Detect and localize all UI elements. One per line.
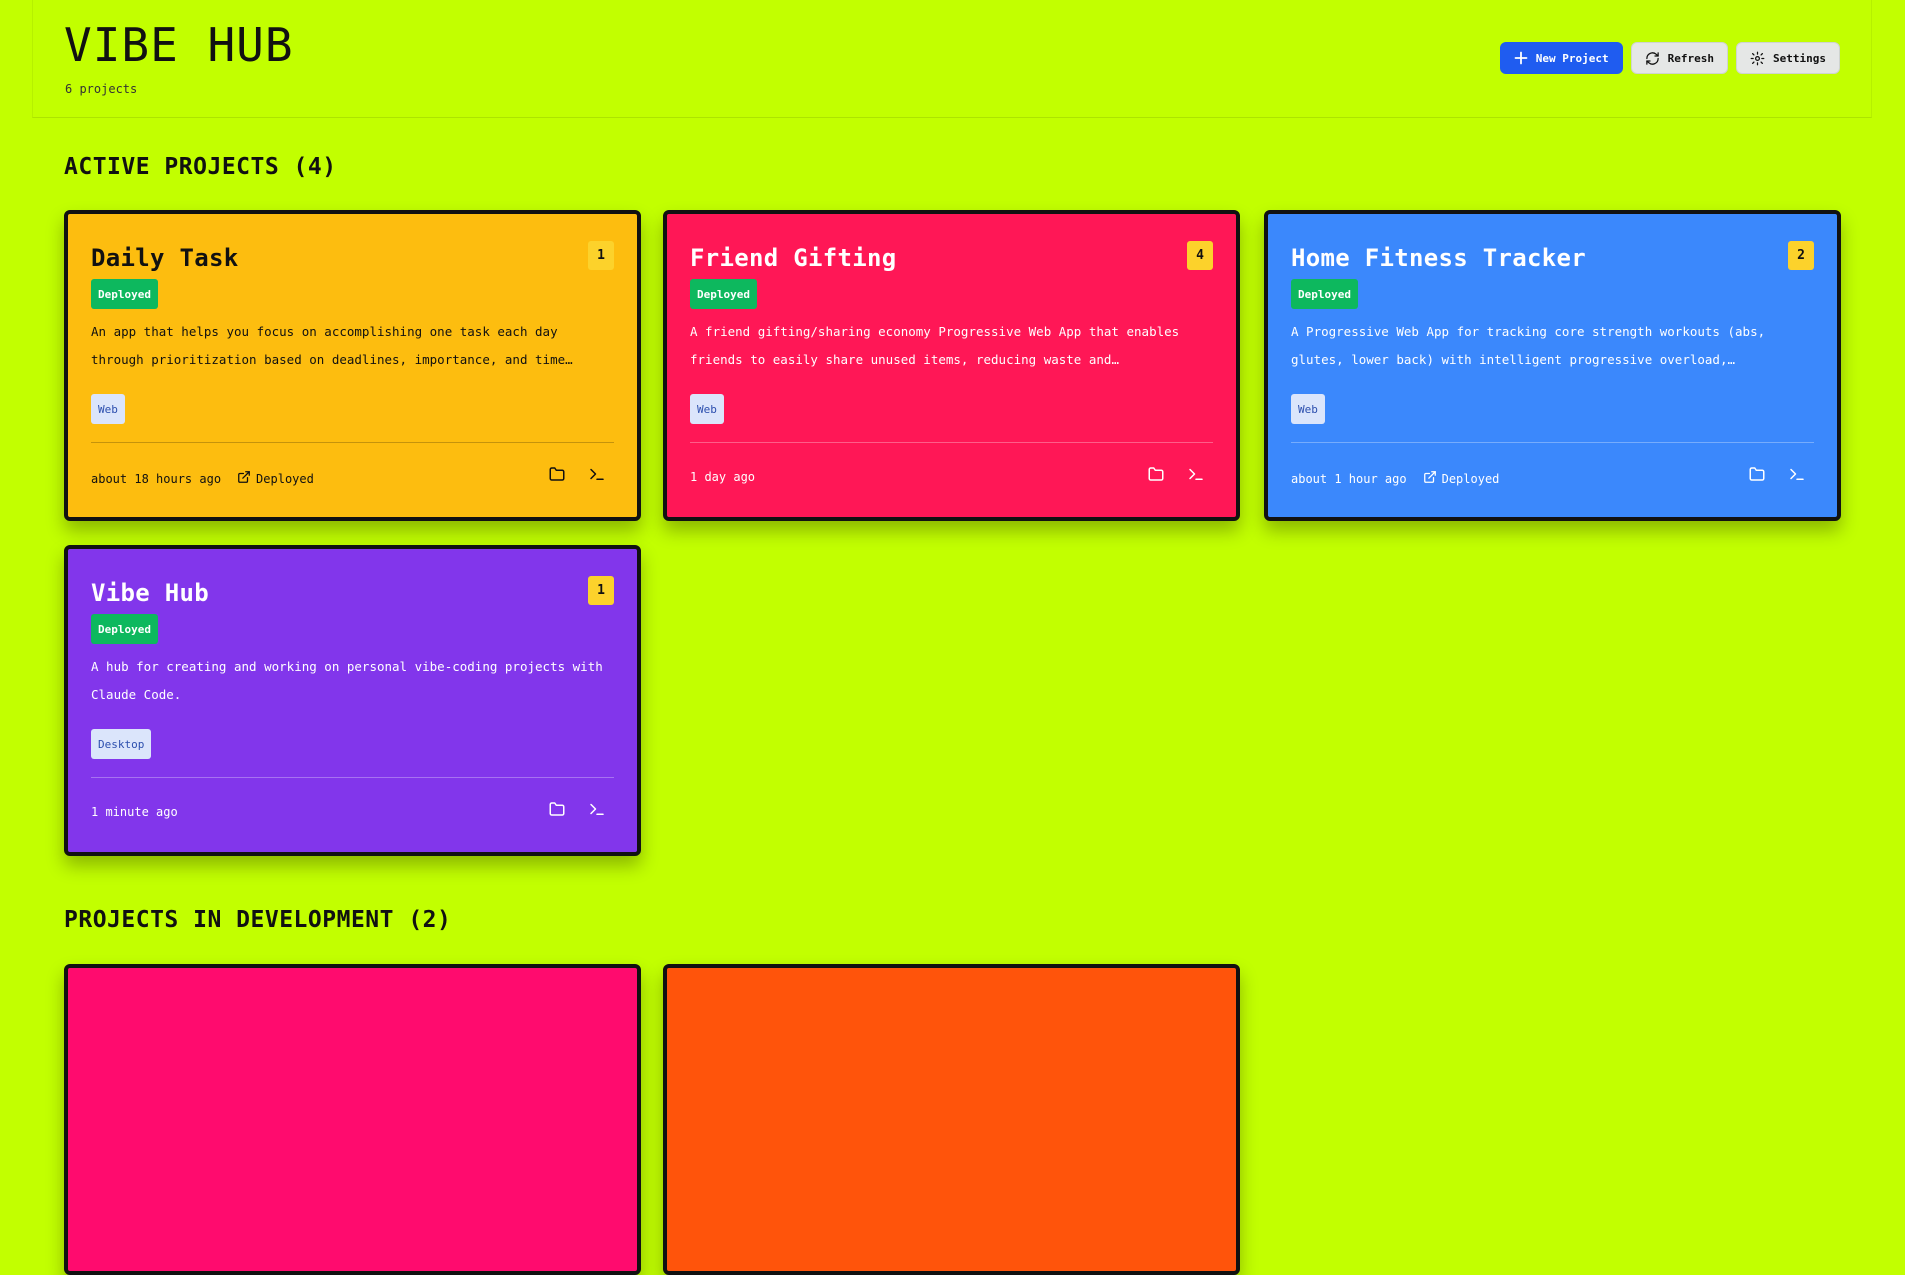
project-card-dev-2[interactable] [663,964,1240,1275]
project-description: A Progressive Web App for tracking core … [1291,324,1766,367]
project-title: Vibe Hub [91,579,209,607]
plus-icon [1514,51,1528,65]
terminal-icon[interactable] [587,465,607,487]
last-updated: about 1 hour ago [1291,471,1407,486]
header-actions: New Project Refresh Settings [1499,42,1840,74]
folder-icon[interactable] [547,465,567,487]
card-footer: 1 day ago [690,470,755,484]
project-description: An app that helps you focus on accomplis… [91,324,566,367]
card-actions [547,465,607,487]
platform-tag: Web [91,394,125,424]
deployed-link-label: Deployed [1441,471,1500,486]
last-updated: 1 minute ago [91,805,178,819]
session-count-badge: 2 [1788,241,1814,270]
project-description: A friend gifting/sharing economy Progres… [690,324,1180,367]
status-badge: Deployed [1291,279,1358,309]
last-updated: 1 day ago [690,470,756,484]
new-project-button[interactable]: New Project [1499,42,1623,74]
card-actions [1747,465,1807,487]
gear-icon [1750,51,1765,66]
project-description: A hub for creating and working on person… [91,659,603,702]
project-card-vibe-hub[interactable]: Vibe Hub 1 Deployed A hub for creating a… [64,545,641,856]
deployed-link-label: Deployed [256,471,314,486]
project-card-home-fitness-tracker[interactable]: Home Fitness Tracker 2 Deployed A Progre… [1264,210,1841,521]
folder-icon[interactable] [547,800,567,822]
last-updated: about 18 hours ago [91,471,222,486]
card-footer: about 1 hour ago Deployed [1291,470,1499,487]
card-actions [547,800,607,822]
deployed-link[interactable]: Deployed [237,470,314,487]
card-divider [1291,442,1814,443]
terminal-icon[interactable] [587,800,607,822]
platform-tag: Web [1291,394,1325,424]
card-divider [91,442,614,443]
project-title: Friend Gifting [690,244,897,272]
status-badge: Deployed [91,279,158,309]
project-count: 6 projects [65,82,138,96]
platform-tag: Desktop [91,729,152,759]
active-projects-heading: ACTIVE PROJECTS (4) [64,154,337,180]
session-count-badge: 1 [588,576,614,605]
refresh-button[interactable]: Refresh [1630,42,1729,74]
status-badge: Deployed [91,614,158,644]
project-card-daily-task[interactable]: Daily Task 1 Deployed An app that helps … [64,210,641,521]
status-badge: Deployed [690,279,757,309]
session-count-badge: 4 [1187,241,1213,270]
settings-button[interactable]: Settings [1736,42,1840,74]
card-footer: about 18 hours ago Deployed [91,470,314,487]
project-card-dev-1[interactable] [64,964,641,1275]
app-header: VIBE HUB 6 projects New Project Refresh … [32,0,1872,118]
card-footer: 1 minute ago [91,805,178,819]
refresh-icon [1645,51,1660,66]
refresh-label: Refresh [1667,51,1715,65]
deployed-link[interactable]: Deployed [1423,470,1500,487]
folder-icon[interactable] [1146,465,1166,487]
project-card-friend-gifting[interactable]: Friend Gifting 4 Deployed A friend gifti… [663,210,1240,521]
external-link-icon [237,470,251,487]
session-count-badge: 1 [588,241,614,270]
platform-tag: Web [690,394,724,424]
terminal-icon[interactable] [1186,465,1206,487]
terminal-icon[interactable] [1787,465,1807,487]
app-title: VIBE HUB [64,18,294,72]
folder-icon[interactable] [1747,465,1767,487]
new-project-label: New Project [1535,51,1609,65]
card-divider [91,777,614,778]
external-link-icon [1423,470,1437,487]
card-divider [690,442,1213,443]
settings-label: Settings [1773,51,1826,65]
project-title: Daily Task [91,244,239,272]
card-actions [1146,465,1206,487]
project-title: Home Fitness Tracker [1291,244,1586,272]
development-projects-heading: PROJECTS IN DEVELOPMENT (2) [64,907,452,933]
